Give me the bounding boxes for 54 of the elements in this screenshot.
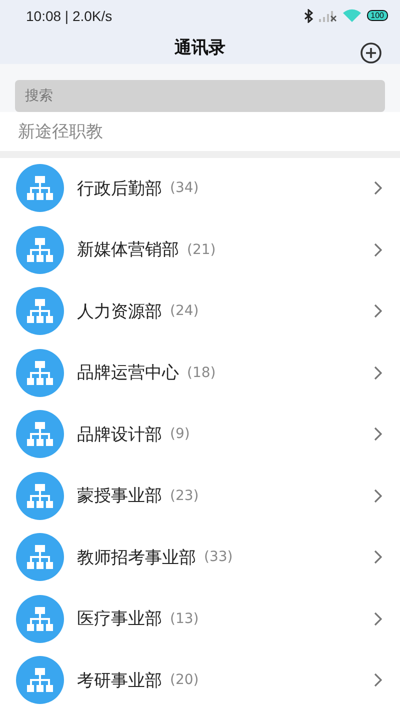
org-chart-icon	[16, 656, 64, 704]
department-row[interactable]: 考研事业部 (20)	[16, 650, 382, 711]
org-chart-icon	[16, 472, 64, 520]
add-icon[interactable]	[360, 42, 382, 64]
department-row[interactable]: 人力资源部 (24)	[16, 280, 382, 342]
chevron-right-icon	[374, 427, 382, 442]
signal-icon	[318, 10, 337, 22]
department-row[interactable]: 医疗事业部 (13)	[16, 588, 382, 650]
battery-icon: 100	[366, 10, 388, 22]
department-name: 人力资源部	[77, 300, 162, 323]
org-chart-icon	[16, 594, 64, 643]
member-count: (13)	[170, 610, 200, 627]
org-chart-icon	[16, 226, 64, 274]
member-count: (33)	[204, 549, 234, 566]
department-row[interactable]: 蒙授事业部 (23)	[16, 465, 382, 526]
wifi-icon	[342, 9, 361, 22]
chevron-right-icon	[374, 673, 382, 688]
member-count: (21)	[187, 242, 217, 258]
chevron-right-icon	[374, 242, 382, 257]
department-row[interactable]: 新媒体营销部 (21)	[16, 219, 382, 280]
department-name: 考研事业部	[77, 670, 162, 692]
department-row[interactable]: 行政后勤部 (34)	[16, 158, 382, 219]
bluetooth-icon	[304, 8, 313, 23]
department-row[interactable]: 教师招考事业部 (33)	[16, 526, 382, 588]
member-count: (18)	[187, 364, 217, 381]
org-chart-icon	[16, 287, 64, 336]
member-count: (24)	[170, 303, 200, 320]
department-name: 教师招考事业部	[77, 546, 196, 569]
org-chart-icon	[16, 533, 64, 582]
chevron-right-icon	[374, 304, 382, 318]
department-row[interactable]: 品牌设计部 (9)	[16, 404, 382, 465]
department-name: 蒙授事业部	[77, 485, 162, 508]
department-name: 品牌设计部	[77, 424, 162, 446]
page-title: 通讯录	[174, 37, 226, 60]
chevron-right-icon	[374, 612, 382, 626]
chevron-right-icon	[374, 181, 382, 196]
chevron-right-icon	[374, 488, 382, 503]
organization-name: 新途径职教	[18, 120, 103, 143]
member-count: (34)	[170, 180, 200, 196]
org-chart-icon	[16, 348, 64, 397]
department-name: 品牌运营中心	[77, 362, 179, 384]
department-name: 医疗事业部	[77, 608, 162, 630]
department-name: 行政后勤部	[77, 178, 162, 200]
search-field[interactable]: 搜索	[15, 80, 385, 112]
member-count: (9)	[170, 426, 191, 442]
status-time: 10:08 | 2.0K/s	[26, 8, 114, 24]
org-chart-icon	[16, 164, 64, 212]
chevron-right-icon	[374, 550, 382, 564]
org-chart-icon	[16, 410, 64, 458]
member-count: (23)	[170, 488, 200, 504]
chevron-right-icon	[374, 366, 382, 380]
member-count: (20)	[170, 672, 200, 688]
department-name: 新媒体营销部	[77, 239, 179, 262]
department-row[interactable]: 品牌运营中心 (18)	[16, 342, 382, 404]
